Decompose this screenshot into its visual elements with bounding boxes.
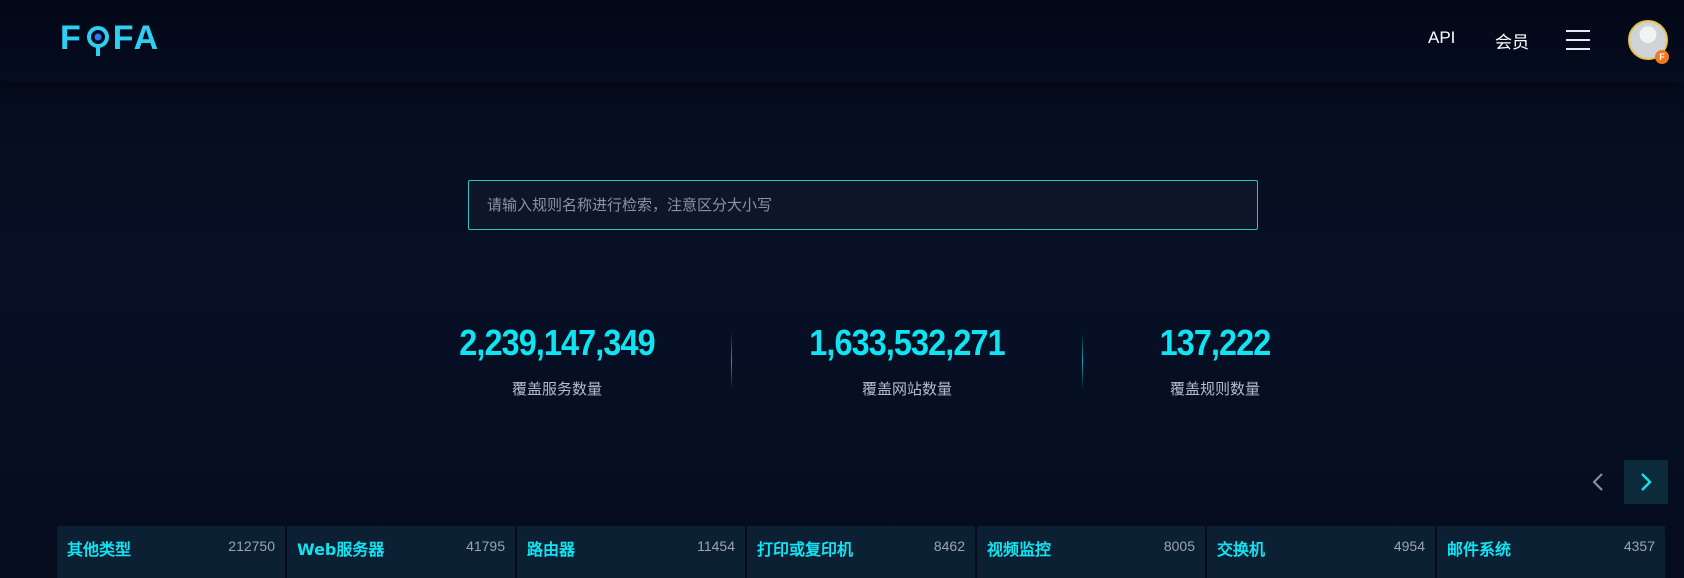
top-header: F FA API 会员 F [0, 0, 1684, 82]
category-name: 交换机 [1217, 540, 1266, 559]
chevron-left-icon [1592, 473, 1603, 491]
category-count: 4954 [1393, 538, 1425, 554]
category-card[interactable]: 路由器 11454 [517, 526, 745, 578]
category-count: 11454 [697, 538, 735, 554]
category-card[interactable]: 打印或复印机 8462 [747, 526, 975, 578]
nav-api-link[interactable]: API [1428, 28, 1455, 48]
category-name: Web服务器 [297, 540, 385, 559]
carousel-next-button[interactable] [1624, 460, 1668, 504]
nav-member-link[interactable]: 会员 [1495, 28, 1529, 53]
stat-websites-value: 1,633,532,271 [809, 322, 1005, 363]
category-name: 打印或复印机 [757, 540, 854, 559]
hamburger-menu-icon[interactable] [1566, 30, 1590, 50]
stat-rules-label: 覆盖规则数量 [1169, 380, 1260, 398]
category-count: 41795 [466, 538, 505, 554]
category-card[interactable]: 其他类型 212750 [57, 526, 285, 578]
logo-magnifier-icon [85, 25, 111, 56]
logo-letters-fa: FA [112, 18, 161, 57]
category-name: 视频监控 [987, 540, 1052, 559]
category-card[interactable]: 邮件系统 4357 [1437, 526, 1665, 578]
category-count: 4357 [1623, 538, 1655, 554]
category-strip: 其他类型 212750 Web服务器 41795 路由器 11454 打印或复印… [57, 526, 1665, 578]
category-count: 8462 [933, 538, 965, 554]
category-name: 其他类型 [67, 540, 132, 559]
stat-divider [731, 332, 732, 390]
stat-rules-value: 137,222 [1159, 322, 1272, 363]
carousel-prev-button[interactable] [1576, 460, 1620, 504]
stat-divider [1082, 332, 1083, 390]
stat-services-value: 2,239,147,349 [459, 322, 655, 363]
category-name: 邮件系统 [1447, 540, 1512, 559]
stat-services: 2,239,147,349 覆盖服务数量 [440, 322, 674, 399]
category-count: 212750 [228, 538, 275, 554]
logo-letter-f: F [60, 18, 83, 57]
rule-search-box[interactable] [468, 180, 1258, 230]
chevron-right-icon [1641, 473, 1652, 491]
category-count: 8005 [1163, 538, 1195, 554]
avatar-badge: F [1655, 50, 1669, 64]
page: F FA API 会员 F 2,239,147,349 覆盖服务数量 [0, 0, 1684, 578]
stat-services-label: 覆盖服务数量 [511, 380, 602, 398]
category-card[interactable]: Web服务器 41795 [287, 526, 515, 578]
rule-search-input[interactable] [485, 195, 1257, 215]
fofa-logo[interactable]: F FA [60, 18, 160, 58]
stat-websites: 1,633,532,271 覆盖网站数量 [790, 322, 1024, 399]
stat-websites-label: 覆盖网站数量 [861, 380, 952, 398]
category-name: 路由器 [527, 540, 576, 559]
category-card[interactable]: 交换机 4954 [1207, 526, 1435, 578]
stat-rules: 137,222 覆盖规则数量 [1110, 322, 1320, 399]
category-card[interactable]: 视频监控 8005 [977, 526, 1205, 578]
